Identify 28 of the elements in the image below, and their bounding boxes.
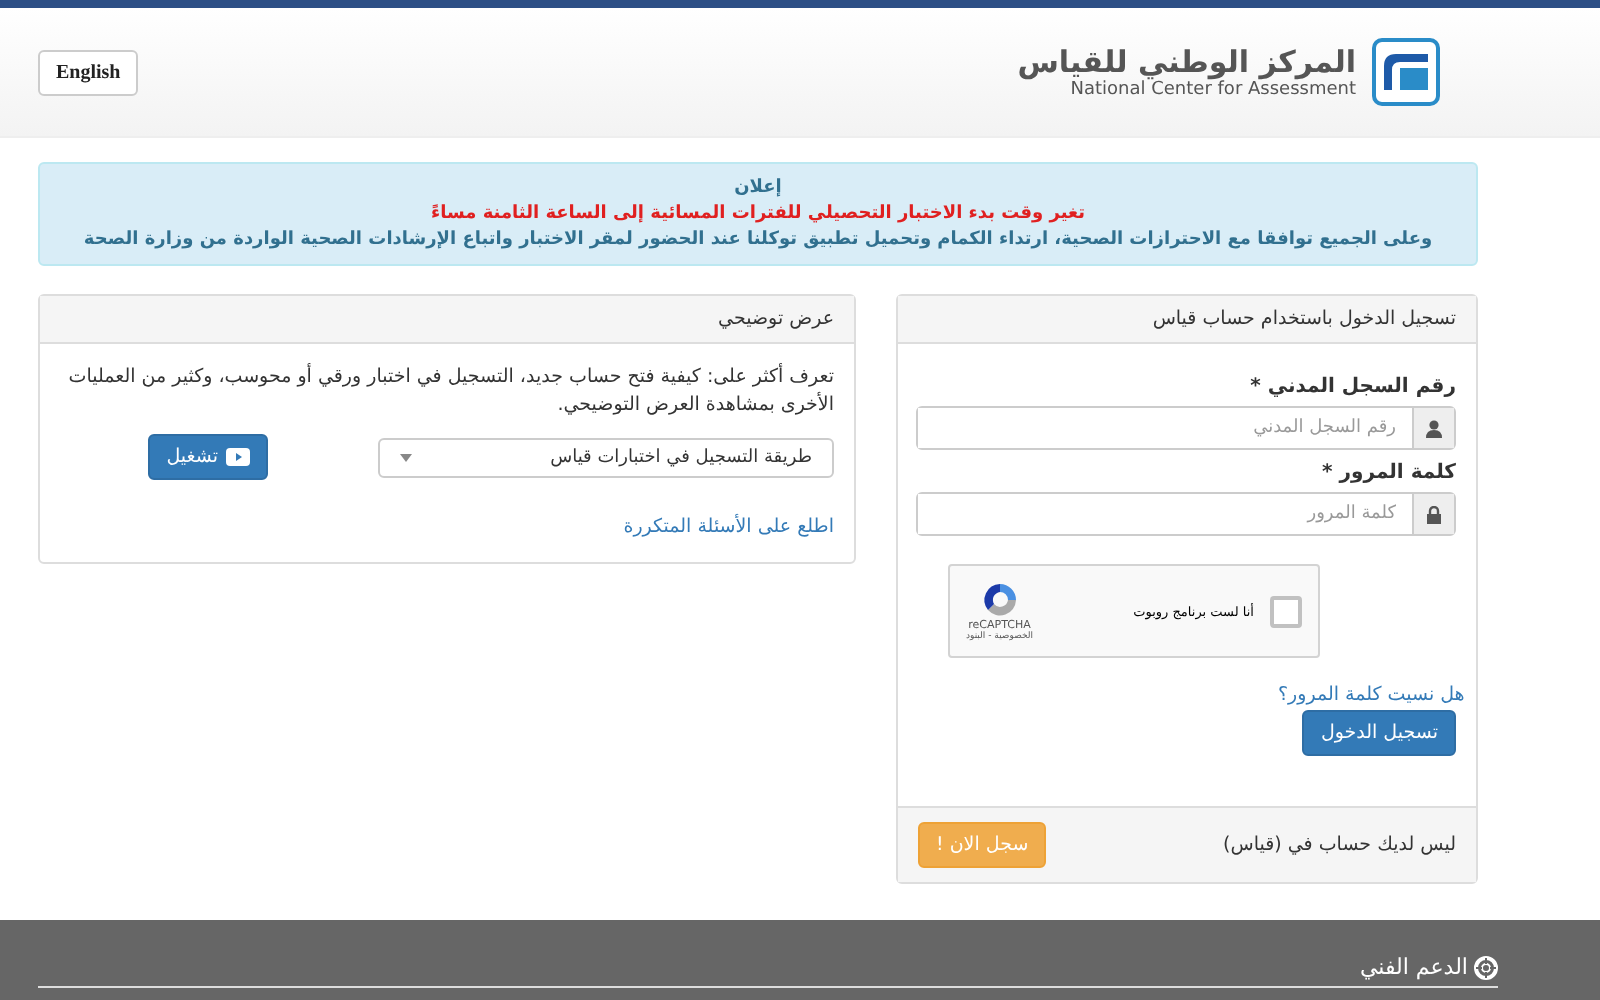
language-button[interactable]: English — [38, 49, 139, 95]
panel-heading: عرض توضيحي — [40, 296, 854, 344]
captcha-checkbox[interactable] — [1270, 595, 1302, 627]
login-button[interactable]: تسجيل الدخول — [1302, 710, 1456, 756]
forgot-password-link[interactable]: هل نسيت كلمة المرور؟ — [1278, 684, 1465, 706]
input-field[interactable]: كلمة المرور — [916, 492, 1456, 536]
play-icon — [226, 448, 250, 466]
logo-subtitle: National Center for Assessment — [1070, 80, 1356, 100]
recaptcha-icon — [979, 580, 1020, 620]
no-account-text: ليس لديك حساب في (قياس) — [1223, 834, 1456, 856]
caret-icon — [400, 453, 412, 461]
announcement-alert-text: تغير وقت بدء الاختبار التحصيلي للفترات المسائية إلى الساعة الثامنة مساءً — [429, 204, 1087, 224]
input-field[interactable]: رقم السجل المدني — [916, 406, 1456, 450]
lifebuoy-icon — [1474, 955, 1498, 979]
demo-select[interactable]: طريقة التسجيل في اختبارات قياس — [378, 437, 834, 477]
lock-icon — [1426, 505, 1442, 523]
announcement-message: وعلى الجميع توافقا مع الاحترازات الصحية، ارتداء الكمام وتحميل تطبيق توكلنا عند الحضور لمقر الاختبار واتباع الإرشادات الصحية الواردة من وزارة الصحة — [81, 230, 1435, 250]
panel-heading: تسجيل الدخول باستخدام حساب قياس — [898, 296, 1476, 344]
support-link[interactable]: الدعم الفني — [1359, 954, 1468, 980]
field-label: رقم السجل المدني * — [1248, 376, 1456, 398]
faq-link[interactable]: اطلع على الأسئلة المتكررة — [623, 516, 834, 538]
user-icon — [1426, 419, 1442, 437]
demo-description: تعرف أكثر على: كيفية فتح حساب جديد، التسجيل في اختبار ورقي أو محوسب، وكثير من العمليات الأخرى بمشاهدة العرض التوضيحي. — [66, 364, 834, 420]
field-label: كلمة المرور * — [1320, 462, 1456, 484]
announcement-title: إعلان — [732, 178, 784, 198]
logo-title: المركز الوطني للقياس — [1017, 44, 1356, 80]
logo-icon — [1372, 38, 1440, 106]
play-button[interactable]: تشغيل — [148, 434, 268, 480]
